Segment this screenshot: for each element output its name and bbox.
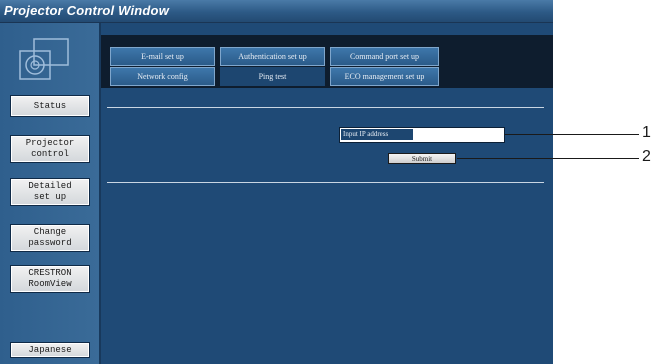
callout-label-2: 2 xyxy=(642,148,651,165)
tab-email-set-up[interactable]: E-mail set up xyxy=(110,47,215,66)
window-title: Projector Control Window xyxy=(4,3,170,18)
submit-button[interactable]: Submit xyxy=(388,153,456,164)
callout-label-1: 1 xyxy=(642,124,651,141)
sidebar-item-status[interactable]: Status xyxy=(10,95,90,117)
tab-eco-management-set-up[interactable]: ECO management set up xyxy=(330,67,439,86)
divider xyxy=(107,107,544,108)
tab-ping-test[interactable]: Ping test xyxy=(220,67,325,86)
sidebar-item-projector-control[interactable]: Projector control xyxy=(10,135,90,163)
title-bar: Projector Control Window xyxy=(0,0,553,23)
sidebar-item-japanese[interactable]: Japanese xyxy=(10,342,90,358)
tab-command-port-set-up[interactable]: Command port set up xyxy=(330,47,439,66)
callout-line-1 xyxy=(505,134,639,135)
ip-address-input[interactable] xyxy=(414,128,502,140)
projector-logo-icon xyxy=(19,38,69,80)
sidebar: Status Projector control Detailed set up… xyxy=(0,23,101,364)
sidebar-item-change-password[interactable]: Change password xyxy=(10,224,90,252)
ip-address-label: Input IP address xyxy=(341,129,413,140)
tab-authentication-set-up[interactable]: Authentication set up xyxy=(220,47,325,66)
sidebar-item-crestron-roomview[interactable]: CRESTRON RoomView xyxy=(10,265,90,293)
sidebar-item-detailed-set-up[interactable]: Detailed set up xyxy=(10,178,90,206)
tab-network-config[interactable]: Network config xyxy=(110,67,215,86)
divider xyxy=(107,182,544,183)
callout-line-2 xyxy=(457,158,639,159)
